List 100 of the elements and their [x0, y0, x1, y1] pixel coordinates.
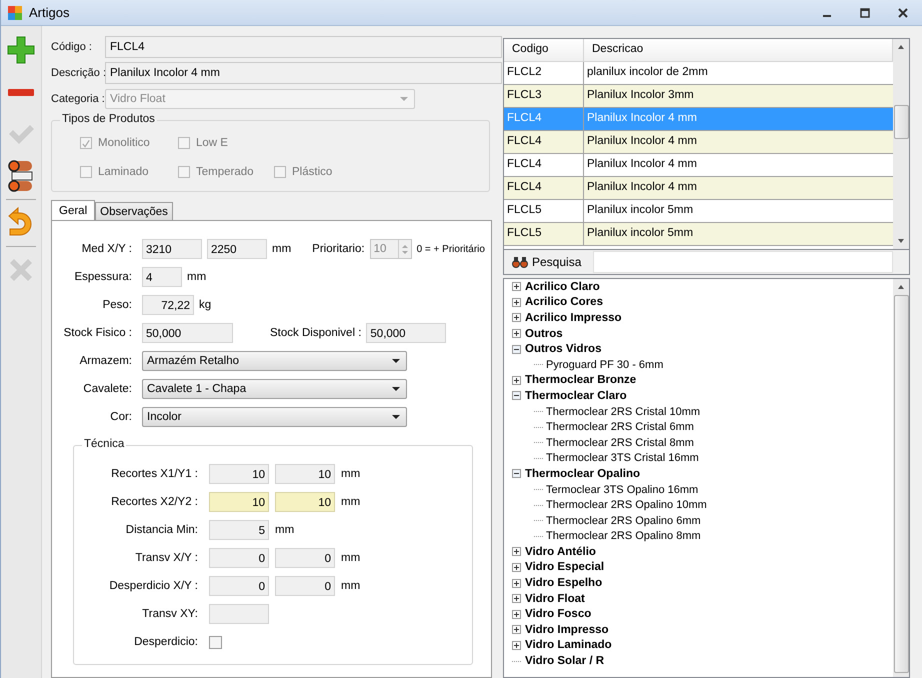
weight-field[interactable]: 72,22: [142, 295, 194, 315]
tree-item[interactable]: Vidro Especial: [525, 561, 604, 574]
input-field[interactable]: [209, 604, 269, 624]
table-cell-text: Planilux Incolor 4 mm: [586, 111, 698, 126]
scrollbar[interactable]: [893, 39, 909, 249]
table-cell: FLCL5: [504, 200, 584, 222]
number-field[interactable]: 0: [209, 576, 269, 596]
window-title: Artigos: [29, 5, 70, 20]
table-row[interactable]: FLCL2 planilux incolor de 2mm: [504, 62, 893, 85]
tree-item[interactable]: Thermoclear 2RS Cristal 6mm: [546, 421, 694, 434]
table-cell: FLCL3: [504, 85, 584, 107]
tree-item[interactable]: Vidro Antélio: [525, 546, 596, 558]
tree-item[interactable]: Outros: [525, 328, 563, 340]
table-cell: FLCL4: [504, 131, 584, 153]
unit-label: mm: [272, 243, 292, 255]
code-field[interactable]: FLCL4: [105, 36, 502, 58]
tree-item[interactable]: Thermoclear 3TS Cristal 16mm: [546, 452, 699, 464]
available-stock-field[interactable]: 50,000: [366, 323, 446, 343]
physical-stock-field[interactable]: 50,000: [142, 323, 233, 343]
number-field[interactable]: 10: [209, 492, 269, 512]
expander-icon[interactable]: [512, 344, 521, 354]
expander-icon[interactable]: [512, 562, 521, 572]
number-field[interactable]: 0: [209, 548, 269, 568]
expander-icon[interactable]: [512, 469, 521, 478]
search-field[interactable]: [593, 251, 893, 273]
table-cell-text: Planilux incolor 5mm: [586, 226, 694, 241]
field-label: Stock Disponivel :: [270, 327, 362, 339]
checkbox-label: Plástico: [292, 166, 332, 178]
column-header[interactable]: Codigo: [504, 39, 584, 61]
table-row[interactable]: FLCL5 Planilux incolor 5mm: [504, 200, 893, 223]
expander-icon[interactable]: [512, 610, 521, 619]
width-field[interactable]: 3210: [142, 239, 202, 259]
tab[interactable]: Geral: [51, 200, 96, 221]
number-field[interactable]: 5: [209, 520, 269, 540]
description-field[interactable]: Planilux Incolor 4 mm: [105, 62, 502, 84]
tree-item[interactable]: Thermoclear 2RS Opalino 6mm: [546, 514, 701, 527]
expander-icon[interactable]: [512, 578, 521, 588]
expander-icon[interactable]: [512, 594, 521, 604]
tree-item[interactable]: Thermoclear Bronze: [525, 374, 636, 386]
close-icon[interactable]: [898, 8, 908, 18]
dropdown[interactable]: Cavalete 1 - Chapa: [142, 379, 407, 399]
field-label: Categoria :: [51, 93, 105, 105]
expander-icon[interactable]: [512, 391, 521, 400]
field-label: Cor:: [109, 411, 132, 423]
expander-icon[interactable]: [512, 282, 521, 292]
scrollbar[interactable]: [893, 279, 909, 677]
number-field[interactable]: 0: [275, 576, 335, 596]
field-label: Descrição :: [51, 67, 105, 79]
number-field[interactable]: 10: [275, 464, 335, 484]
table-cell: FLCL5: [504, 223, 584, 245]
field-label: Transv X/Y :: [134, 552, 198, 564]
table-cell-text: Planilux Incolor 4 mm: [586, 157, 698, 172]
tab[interactable]: Observações: [95, 202, 173, 220]
tree-item[interactable]: Thermoclear 2RS Cristal 8mm: [546, 436, 694, 449]
maximize-icon[interactable]: [860, 8, 870, 18]
tree-item[interactable]: Thermoclear Claro: [525, 390, 627, 402]
dropdown[interactable]: Incolor: [142, 407, 407, 427]
field-label: Recortes X2/Y2 :: [110, 496, 198, 508]
unit-label: kg: [199, 299, 212, 311]
unit-label: mm: [341, 468, 360, 480]
tree-item[interactable]: Thermoclear 2RS Cristal 10mm: [546, 406, 700, 418]
expander-icon[interactable]: [512, 547, 521, 556]
table-row[interactable]: FLCL4 Planilux Incolor 4 mm: [504, 177, 893, 200]
expander-icon[interactable]: [512, 640, 521, 650]
expander-icon[interactable]: [512, 313, 521, 322]
tree-item[interactable]: Thermoclear Opalino: [525, 468, 640, 480]
tree-item[interactable]: Acrilico Claro: [525, 280, 600, 293]
field-label: Armazem:: [78, 355, 132, 367]
checkbox[interactable]: [209, 636, 222, 648]
tree-item[interactable]: Outros Vidros: [525, 343, 602, 356]
table-row[interactable]: FLCL4 Planilux Incolor 4 mm: [504, 154, 893, 177]
number-field[interactable]: 10: [209, 464, 269, 484]
expander-icon[interactable]: [512, 625, 521, 634]
expander-icon[interactable]: [512, 298, 521, 307]
tree-item[interactable]: Thermoclear 2RS Opalino 8mm: [546, 530, 701, 542]
tree-item[interactable]: Vidro Laminado: [525, 639, 612, 652]
tree-item[interactable]: Vidro Fosco: [525, 608, 592, 620]
tree-item[interactable]: Thermoclear 2RS Opalino 10mm: [546, 499, 707, 512]
tree-item[interactable]: Vidro Impresso: [525, 624, 609, 636]
table-row[interactable]: FLCL3 Planilux Incolor 3mm: [504, 85, 893, 108]
thickness-field[interactable]: 4: [142, 267, 182, 287]
tree-item[interactable]: Vidro Float: [525, 592, 585, 605]
tree-item[interactable]: Pyroguard PF 30 - 6mm: [546, 358, 664, 371]
field-label: Prioritario:: [312, 243, 365, 255]
number-field[interactable]: 0: [275, 548, 335, 568]
tree-item[interactable]: Acrilico Impresso: [525, 312, 622, 324]
tree-item[interactable]: Acrilico Cores: [525, 296, 603, 308]
height-field[interactable]: 2250: [207, 239, 267, 259]
field-label: Cavalete:: [82, 383, 132, 395]
tree-item[interactable]: Vidro Espelho: [525, 577, 602, 590]
number-field[interactable]: 10: [275, 492, 335, 512]
table-row[interactable]: FLCL4 Planilux Incolor 4 mm: [504, 131, 893, 154]
tree-item[interactable]: Termoclear 3TS Opalino 16mm: [546, 484, 698, 496]
tree-item[interactable]: Vidro Solar / R: [525, 655, 604, 668]
dropdown[interactable]: Armazém Retalho: [142, 351, 407, 371]
field-label: Peso:: [102, 299, 132, 311]
expander-icon[interactable]: [512, 329, 521, 338]
table-row[interactable]: FLCL5 Planilux incolor 5mm: [504, 223, 893, 246]
expander-icon[interactable]: [512, 376, 521, 385]
checkbox-label: Laminado: [98, 166, 149, 178]
